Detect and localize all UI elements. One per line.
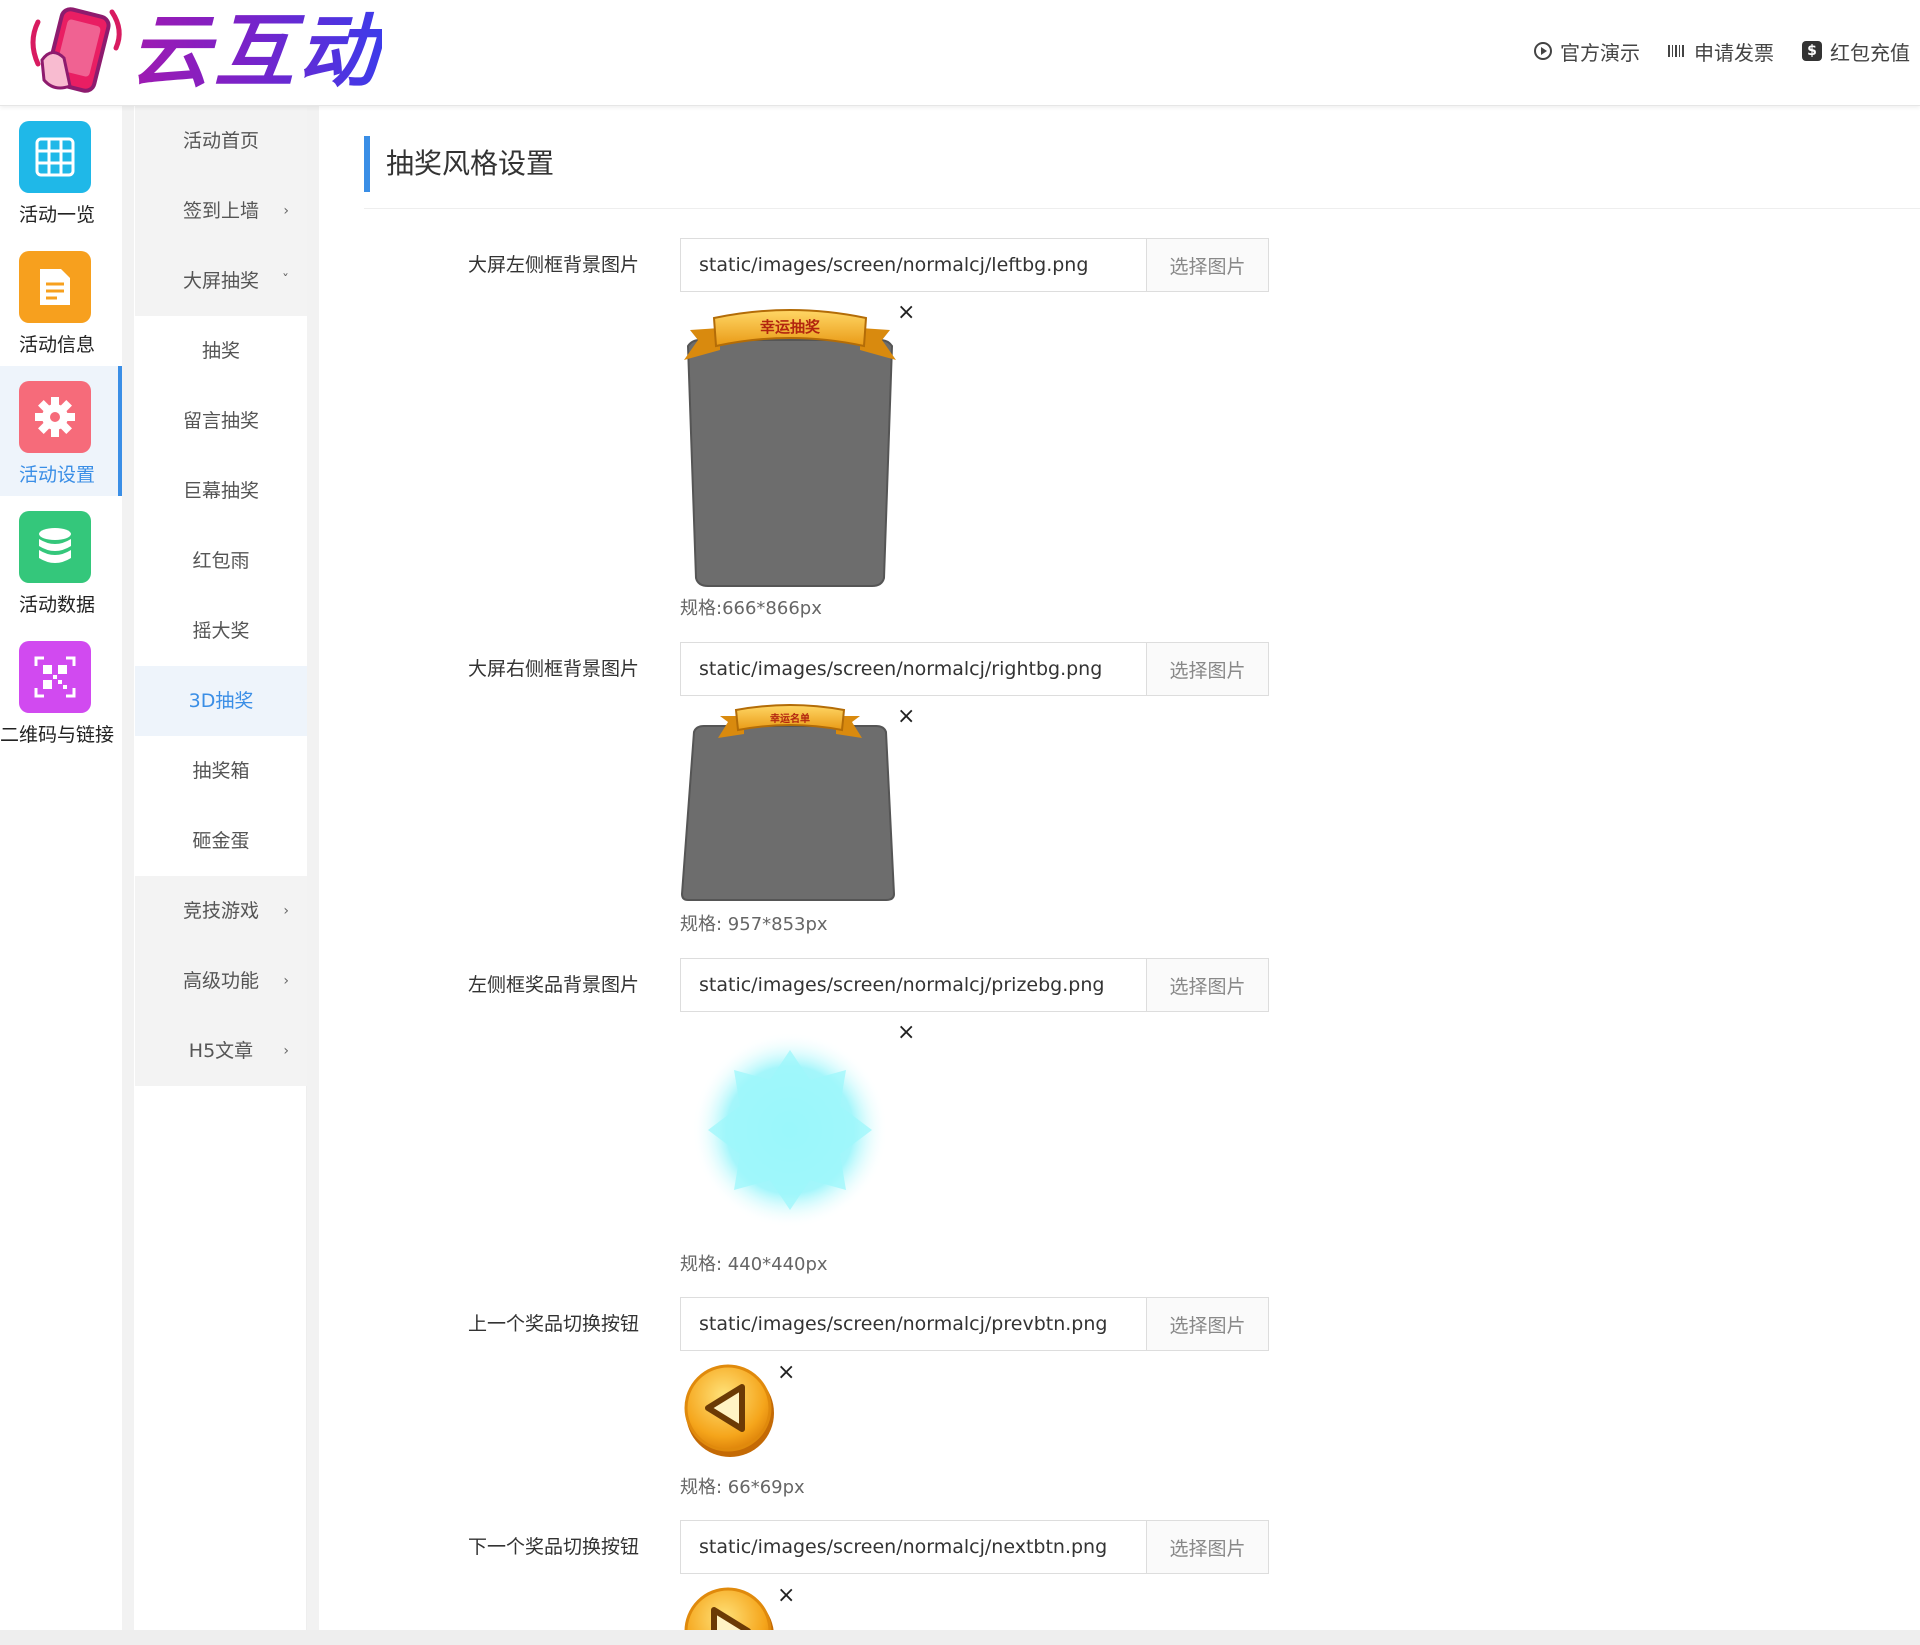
chevron-down-icon: ˇ (282, 273, 289, 289)
chevron-right-icon: › (283, 1043, 289, 1059)
grid-icon (19, 121, 91, 193)
left-frame-preview-image: 幸运抽奖 (684, 309, 896, 587)
submenu-3d-lottery[interactable]: 3D抽奖 (135, 666, 307, 736)
dollar-icon: $ (1802, 41, 1822, 61)
sidebar-item-activity-list[interactable]: 活动一览 (0, 106, 122, 236)
prev-button-preview-image (684, 1364, 774, 1457)
field-label-prize-bg: 左侧框奖品背景图片 (467, 974, 639, 996)
banner-text: 幸运名单 (770, 712, 810, 725)
submenu-lottery[interactable]: 抽奖 (135, 316, 307, 386)
invoice-link[interactable]: 申请发票 (1668, 37, 1774, 66)
database-icon (19, 511, 91, 583)
submenu-red-packet-rain[interactable]: 红包雨 (135, 526, 307, 596)
field-label-prev-button: 上一个奖品切换按钮 (467, 1313, 639, 1335)
choose-image-button[interactable]: 选择图片 (1146, 1298, 1268, 1350)
remove-image-icon[interactable]: × (897, 302, 915, 324)
submenu-lottery-box[interactable]: 抽奖箱 (135, 736, 307, 806)
play-circle-icon (1534, 42, 1552, 60)
sidebar-item-label: 活动设置 (18, 464, 95, 486)
chevron-right-icon: › (283, 903, 289, 919)
spec-text: 规格:666*866px (680, 598, 822, 619)
icon-sidebar: 活动一览 活动信息 活动设置 活动数据 二维码与链接 (0, 106, 134, 1645)
submenu-h5-article[interactable]: H5文章 › (135, 1016, 307, 1086)
field-label-right-frame-bg: 大屏右侧框背景图片 (467, 658, 639, 680)
recharge-link[interactable]: $ 红包充值 (1802, 37, 1910, 66)
horizontal-scrollbar[interactable] (0, 1630, 1920, 1645)
next-button-input[interactable] (681, 1521, 1146, 1573)
sub-menu: 活动首页 签到上墙 › 大屏抽奖 ˇ 抽奖 留言抽奖 巨幕抽奖 红包雨 摇大奖 3D… (135, 106, 307, 1086)
choose-image-button[interactable]: 选择图片 (1146, 959, 1268, 1011)
document-icon (19, 251, 91, 323)
main-content: 抽奖风格设置 大屏左侧框背景图片 选择图片 幸运抽奖 × 规格:666*866p… (319, 106, 1920, 1645)
chevron-right-icon: › (283, 203, 289, 219)
sidebar-item-label: 活动数据 (18, 594, 95, 616)
official-demo-link[interactable]: 官方演示 (1534, 37, 1640, 66)
submenu-advanced-features[interactable]: 高级功能 › (135, 946, 307, 1016)
field-label-next-button: 下一个奖品切换按钮 (467, 1536, 639, 1558)
submenu-activity-home[interactable]: 活动首页 (135, 106, 307, 176)
sidebar-item-activity-settings[interactable]: 活动设置 (0, 366, 122, 496)
submenu-golden-egg[interactable]: 砸金蛋 (135, 806, 307, 876)
sidebar-item-qrcode-links[interactable]: 二维码与链接 (0, 626, 122, 756)
sidebar-item-activity-info[interactable]: 活动信息 (0, 236, 122, 366)
spec-text: 规格: 957*853px (680, 914, 828, 935)
right-frame-bg-input[interactable] (681, 643, 1146, 695)
field-label-left-frame-bg: 大屏左侧框背景图片 (467, 254, 639, 276)
remove-image-icon[interactable]: × (897, 1022, 915, 1044)
qrcode-icon (19, 641, 91, 713)
submenu-shake-prize[interactable]: 摇大奖 (135, 596, 307, 666)
prize-bg-field: 选择图片 (680, 958, 1269, 1012)
banner-text: 幸运抽奖 (760, 318, 821, 336)
submenu-giant-screen-lottery[interactable]: 巨幕抽奖 (135, 456, 307, 526)
top-header: 云互动 官方演示 申请发票 $ 红包充值 (0, 0, 1920, 106)
barcode-icon (1668, 45, 1686, 57)
invoice-label: 申请发票 (1694, 40, 1774, 65)
left-frame-bg-field: 选择图片 (680, 238, 1269, 292)
submenu-screen-lottery[interactable]: 大屏抽奖 ˇ (135, 246, 307, 316)
recharge-label: 红包充值 (1830, 40, 1910, 65)
right-frame-bg-field: 选择图片 (680, 642, 1269, 696)
choose-image-button[interactable]: 选择图片 (1146, 1521, 1268, 1573)
prev-button-input[interactable] (681, 1298, 1146, 1350)
gear-icon (19, 381, 91, 453)
prize-bg-input[interactable] (681, 959, 1146, 1011)
official-demo-label: 官方演示 (1560, 40, 1640, 65)
chevron-right-icon: › (283, 973, 289, 989)
spec-text: 规格: 440*440px (680, 1254, 828, 1275)
sidebar-item-label: 活动一览 (18, 204, 95, 226)
page-title: 抽奖风格设置 (386, 147, 555, 180)
submenu-competitive-games[interactable]: 竞技游戏 › (135, 876, 307, 946)
sidebar-item-label: 二维码与链接 (0, 724, 115, 746)
top-links: 官方演示 申请发票 $ 红包充值 (1506, 36, 1910, 66)
brand-name: 云互动 (130, 5, 382, 98)
choose-image-button[interactable]: 选择图片 (1146, 643, 1268, 695)
right-frame-preview-image: 幸运名单 (680, 704, 896, 901)
remove-image-icon[interactable]: × (777, 1585, 795, 1607)
remove-image-icon[interactable]: × (777, 1362, 795, 1384)
submenu-message-lottery[interactable]: 留言抽奖 (135, 386, 307, 456)
sidebar-item-label: 活动信息 (18, 334, 95, 356)
submenu-checkin-wall[interactable]: 签到上墙 › (135, 176, 307, 246)
spec-text: 规格: 66*69px (680, 1477, 805, 1498)
next-button-field: 选择图片 (680, 1520, 1269, 1574)
phone-logo-icon (30, 7, 122, 93)
remove-image-icon[interactable]: × (897, 706, 915, 728)
prize-bg-preview-image (692, 1032, 888, 1228)
left-frame-bg-input[interactable] (681, 239, 1146, 291)
sidebar-item-activity-data[interactable]: 活动数据 (0, 496, 122, 626)
page-title-bar: 抽奖风格设置 (364, 136, 554, 192)
choose-image-button[interactable]: 选择图片 (1146, 239, 1268, 291)
prev-button-field: 选择图片 (680, 1297, 1269, 1351)
